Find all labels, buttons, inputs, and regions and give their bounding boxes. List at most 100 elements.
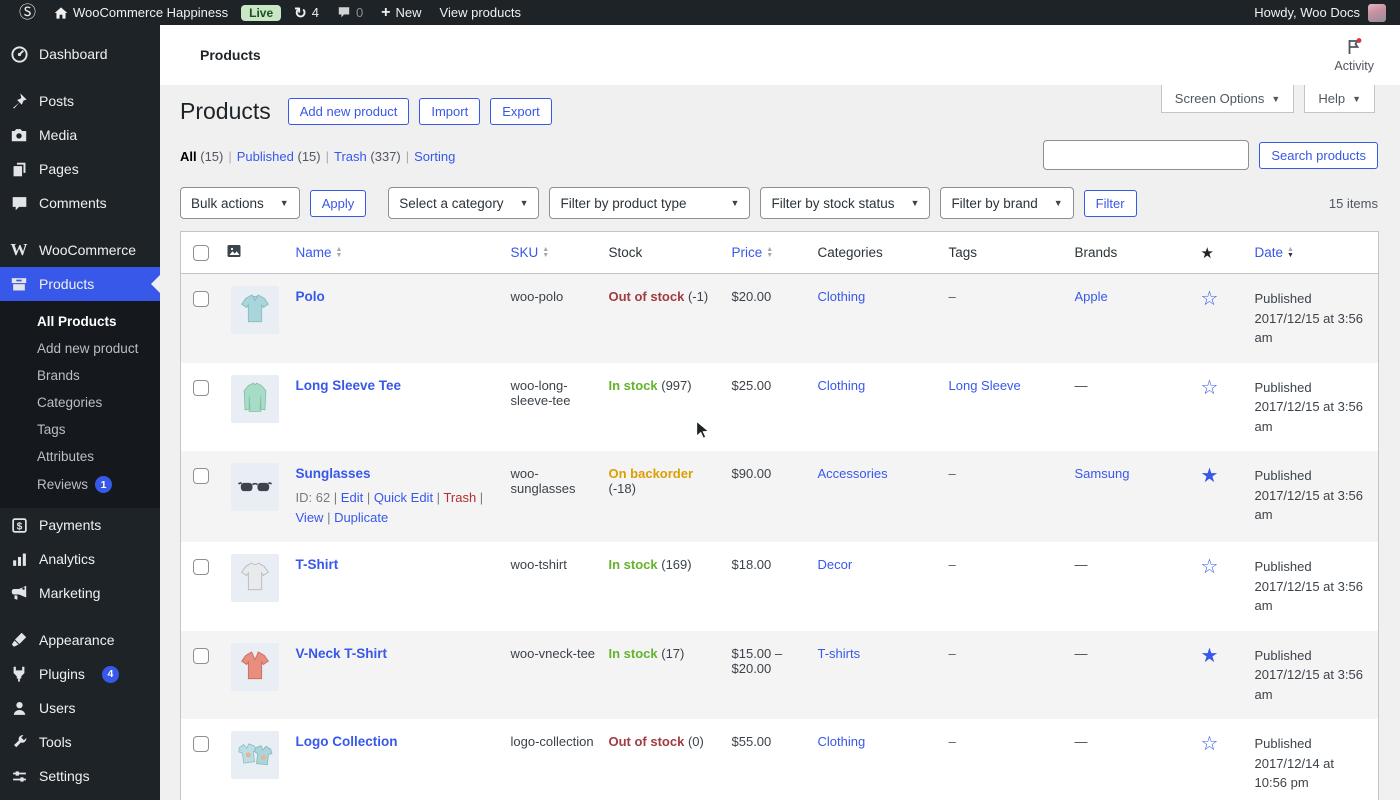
screen-options-button[interactable]: Screen Options ▼ (1160, 85, 1295, 113)
product-name-link[interactable]: V-Neck T-Shirt (296, 646, 388, 661)
row-checkbox[interactable] (193, 736, 209, 752)
updates-menu[interactable]: ↻ 4 (285, 0, 328, 25)
featured-star-icon[interactable]: ☆ (1201, 377, 1219, 399)
sidebar-item-pages[interactable]: Pages (0, 152, 160, 186)
sidebar-item-products[interactable]: Products (0, 267, 160, 301)
wordpress-logo-icon[interactable]: Ⓢ (10, 0, 45, 25)
user-avatar[interactable] (1368, 3, 1386, 22)
view-products-link[interactable]: View products (431, 0, 530, 25)
import-button[interactable]: Import (419, 98, 481, 125)
category-link[interactable]: Accessories (818, 466, 888, 481)
activity-button[interactable]: Activity (1334, 37, 1374, 73)
add-new-product-button[interactable]: Add new product (287, 98, 410, 125)
sidebar-item-payments[interactable]: $ Payments (0, 508, 160, 542)
product-name-link[interactable]: Long Sleeve Tee (296, 378, 402, 393)
product-name-link[interactable]: Polo (296, 289, 325, 304)
table-row: Polo woo-polo Out of stock (-1) $20.00 C… (180, 273, 1379, 363)
publish-date: 2017/12/15 at 3:56 am (1254, 487, 1363, 523)
submenu-reviews[interactable]: Reviews 1 (0, 470, 160, 499)
help-button[interactable]: Help ▼ (1304, 85, 1375, 113)
sidebar-item-comments[interactable]: Comments (0, 186, 160, 220)
view-all-link[interactable]: All (180, 149, 197, 164)
category-link[interactable]: Clothing (818, 378, 866, 393)
view-trash-link[interactable]: Trash (334, 149, 367, 164)
sidebar-item-analytics[interactable]: Analytics (0, 542, 160, 576)
search-products-button[interactable]: Search products (1259, 141, 1378, 169)
row-checkbox[interactable] (193, 291, 209, 307)
row-actions: ID: 62 | Edit | Quick Edit | Trash | Vie… (295, 490, 484, 525)
product-thumbnail[interactable] (230, 286, 279, 334)
quick-edit-link[interactable]: Quick Edit (374, 490, 433, 505)
sidebar-item-posts[interactable]: Posts (0, 84, 160, 118)
featured-star-icon[interactable]: ☆ (1201, 288, 1219, 310)
activity-flag-icon (1348, 38, 1362, 54)
product-name-link[interactable]: Sunglasses (296, 466, 371, 481)
product-thumbnail[interactable] (230, 554, 279, 602)
sidebar-item-dashboard[interactable]: Dashboard (0, 37, 160, 71)
export-button[interactable]: Export (490, 98, 552, 125)
view-link[interactable]: View (296, 510, 324, 525)
new-menu[interactable]: + New (372, 0, 430, 25)
row-checkbox[interactable] (193, 559, 209, 575)
category-link[interactable]: Decor (818, 557, 853, 572)
submenu-attributes[interactable]: Attributes (0, 443, 160, 470)
brand-link[interactable]: Samsung (1075, 466, 1130, 481)
featured-star-icon[interactable]: ☆ (1201, 556, 1219, 578)
woocommerce-icon: W (10, 240, 28, 259)
sidebar-item-marketing[interactable]: Marketing (0, 576, 160, 610)
edit-link[interactable]: Edit (341, 490, 363, 505)
sort-by-name-header[interactable]: Name ▲ ▼ (295, 231, 511, 274)
bulk-actions-select[interactable]: Bulk actions ▼ (180, 187, 300, 219)
product-thumbnail[interactable] (230, 731, 279, 779)
featured-star-icon[interactable]: ★ (1201, 645, 1219, 667)
sidebar-item-media[interactable]: Media (0, 118, 160, 152)
featured-star-icon[interactable]: ☆ (1201, 733, 1219, 755)
sidebar-item-tools[interactable]: Tools (0, 725, 160, 759)
brand-filter-select[interactable]: Filter by brand ▼ (940, 187, 1074, 219)
trash-link[interactable]: Trash (443, 490, 476, 505)
howdy-text[interactable]: Howdy, Woo Docs (1254, 5, 1360, 20)
table-header-row: Name ▲ ▼ SKU ▲ ▼ Stock Price ▲ ▼ Categories Ta… (180, 231, 1379, 274)
submenu-add-new-product[interactable]: Add new product (0, 335, 160, 362)
submenu-categories[interactable]: Categories (0, 389, 160, 416)
stock-status-filter-select[interactable]: Filter by stock status ▼ (760, 187, 931, 219)
product-thumbnail[interactable] (230, 642, 279, 691)
comments-menu[interactable]: 0 (328, 0, 372, 25)
brand-value: — (1074, 645, 1088, 661)
search-input[interactable] (1043, 140, 1250, 170)
duplicate-link[interactable]: Duplicate (334, 510, 388, 525)
row-checkbox[interactable] (193, 647, 209, 664)
product-thumbnail[interactable] (230, 463, 279, 511)
sidebar-item-plugins[interactable]: Plugins 4 (0, 657, 160, 691)
sidebar-item-woocommerce[interactable]: W WooCommerce (0, 233, 160, 267)
featured-star-icon[interactable]: ★ (1201, 465, 1219, 487)
select-all-checkbox[interactable] (193, 244, 209, 261)
product-name-link[interactable]: T-Shirt (296, 557, 339, 572)
product-name-link[interactable]: Logo Collection (296, 734, 398, 749)
site-menu[interactable]: WooCommerce Happiness (45, 0, 237, 25)
sidebar-item-users[interactable]: Users (0, 691, 160, 725)
category-filter-select[interactable]: Select a category ▼ (388, 187, 540, 219)
sort-by-price-header[interactable]: Price ▲ ▼ (731, 231, 818, 274)
row-checkbox[interactable] (193, 379, 209, 396)
tag-link[interactable]: Long Sleeve (949, 378, 1021, 393)
row-checkbox[interactable] (193, 468, 209, 484)
submenu-tags[interactable]: Tags (0, 416, 160, 443)
apply-button[interactable]: Apply (309, 189, 367, 217)
view-published-link[interactable]: Published (237, 149, 294, 164)
submenu-all-products[interactable]: All Products (0, 308, 160, 335)
submenu-brands[interactable]: Brands (0, 362, 160, 389)
category-link[interactable]: Clothing (818, 734, 866, 749)
sort-by-date-header[interactable]: Date ▲ ▼ (1254, 231, 1379, 274)
category-link[interactable]: T-shirts (818, 646, 861, 661)
sort-by-sku-header[interactable]: SKU ▲ ▼ (510, 231, 609, 274)
sidebar-item-settings[interactable]: Settings (0, 759, 160, 793)
product-type-filter-select[interactable]: Filter by product type ▼ (549, 187, 751, 219)
category-link[interactable]: Clothing (818, 289, 866, 304)
filter-button[interactable]: Filter (1083, 189, 1137, 217)
brush-icon (9, 630, 29, 650)
view-sorting-link[interactable]: Sorting (414, 149, 455, 164)
brand-link[interactable]: Apple (1075, 289, 1108, 304)
sidebar-item-appearance[interactable]: Appearance (0, 623, 160, 657)
product-thumbnail[interactable] (230, 374, 279, 423)
